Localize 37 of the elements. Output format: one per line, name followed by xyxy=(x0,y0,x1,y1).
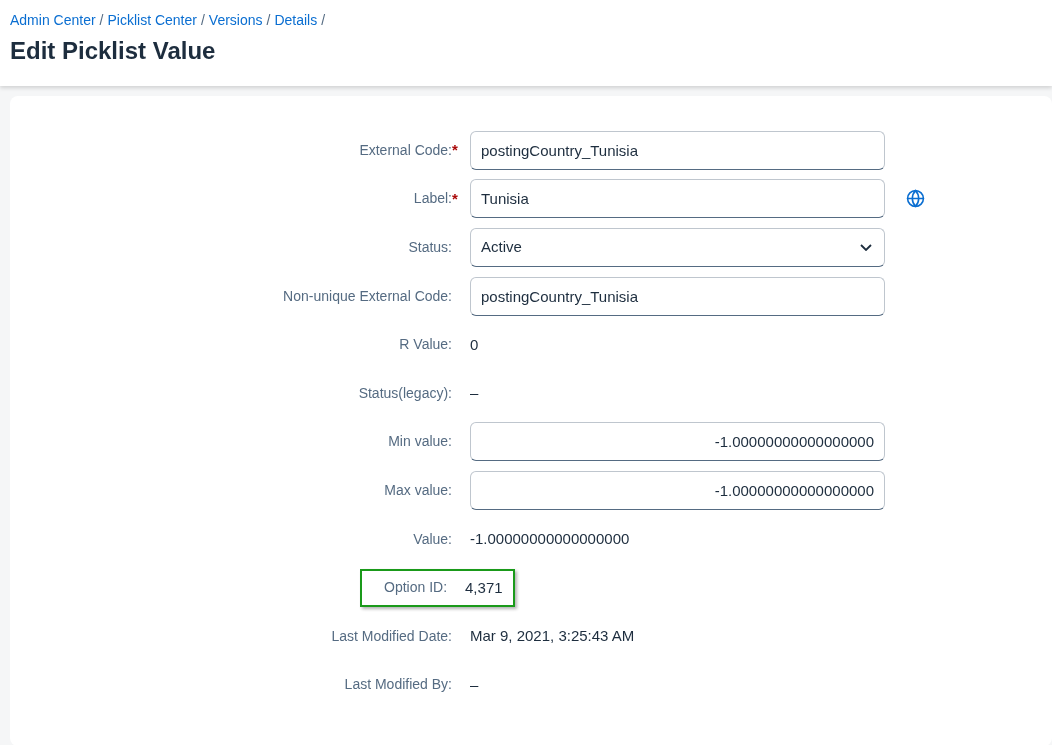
chevron-down-icon xyxy=(860,244,872,251)
field-label: Option ID: xyxy=(384,578,448,598)
number-field[interactable]: -1.00000000000000000 xyxy=(470,422,885,462)
breadcrumb-link[interactable]: Admin Center xyxy=(10,10,96,31)
field-label: Non-unique External Code: xyxy=(283,286,452,306)
breadcrumb-link[interactable]: Picklist Center xyxy=(107,10,197,31)
field-label: Last Modified By: xyxy=(344,675,452,695)
field-label: Status(legacy): xyxy=(358,383,452,403)
field-label: Max value: xyxy=(384,480,452,500)
status-dropdown[interactable]: Active xyxy=(470,228,885,267)
required-mark: * xyxy=(452,189,458,207)
field-value: Mar 9, 2021, 3:25:43 AM xyxy=(470,627,635,645)
field-value: – xyxy=(470,384,479,402)
text-field[interactable]: postingCountry_Tunisia xyxy=(470,130,885,170)
breadcrumb-separator: / xyxy=(200,11,205,30)
text-field[interactable]: postingCountry_Tunisia xyxy=(470,276,885,316)
field-label: Last Modified Date: xyxy=(331,626,452,646)
field-value: -1.00000000000000000 xyxy=(470,530,630,548)
number-field[interactable]: -1.00000000000000000 xyxy=(470,470,885,510)
required-mark: * xyxy=(452,141,458,159)
field-label: R Value: xyxy=(399,335,452,355)
breadcrumb-separator: / xyxy=(321,11,326,30)
field-label: External Code: xyxy=(359,140,452,160)
field-label: Value: xyxy=(413,529,452,549)
breadcrumb-separator: / xyxy=(266,11,271,30)
field-value: 0 xyxy=(470,335,479,353)
field-label: Min value: xyxy=(388,432,452,452)
field-label: Label: xyxy=(413,189,452,209)
field-label: Status: xyxy=(408,238,452,257)
breadcrumb-link[interactable]: Details xyxy=(274,10,318,31)
field-value: 4,371 xyxy=(465,578,503,596)
breadcrumb-link[interactable]: Versions xyxy=(208,10,263,31)
globe-icon[interactable] xyxy=(906,189,925,209)
field-value: – xyxy=(470,675,479,693)
text-field[interactable]: Tunisia xyxy=(470,179,885,219)
page-title: Edit Picklist Value xyxy=(10,36,217,66)
breadcrumb-separator: / xyxy=(99,11,104,30)
